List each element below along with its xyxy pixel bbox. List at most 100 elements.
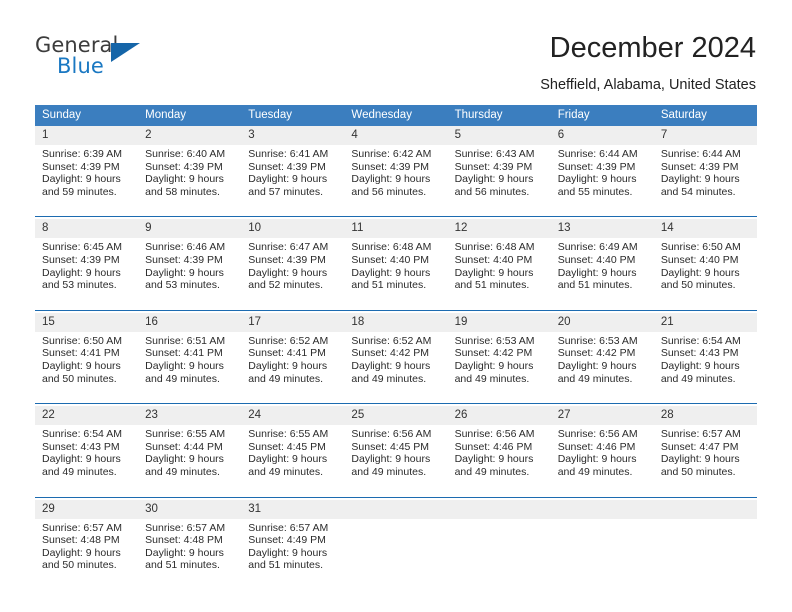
day-sun-info: Sunrise: 6:57 AM Sunset: 4:48 PM Daylight:… <box>35 519 138 572</box>
sunset-text: Sunset: 4:46 PM <box>454 440 533 453</box>
sunset-text: Sunset: 4:43 PM <box>660 347 739 360</box>
daylight-text-line1: Daylight: 9 hours <box>660 173 740 186</box>
calendar-day-cell[interactable]: 30 Sunrise: 6:57 AM Sunset: 4:48 PM Dayligh… <box>138 499 242 572</box>
daylight-text-line1: Daylight: 9 hours <box>145 266 224 279</box>
calendar-day-cell[interactable]: 4 Sunrise: 6:42 AM Sunset: 4:39 PM Daylight… <box>344 126 448 199</box>
calendar-day-cell[interactable]: 31 Sunrise: 6:57 AM Sunset: 4:49 PM Dayligh… <box>241 499 345 572</box>
calendar-day-cell[interactable]: 22 Sunrise: 6:54 AM Sunset: 4:43 PM Dayligh… <box>35 406 139 479</box>
daylight-text-line1: Daylight: 9 hours <box>42 453 121 466</box>
weekday-header-monday: Monday <box>138 105 242 126</box>
calendar-day-cell[interactable]: 24 Sunrise: 6:55 AM Sunset: 4:45 PM Dayligh… <box>241 406 345 479</box>
sunset-text: Sunset: 4:41 PM <box>248 347 326 360</box>
calendar-day-cell[interactable]: 29 Sunrise: 6:57 AM Sunset: 4:48 PM Dayligh… <box>35 499 139 572</box>
daylight-text-line2: and 49 minutes. <box>557 372 633 385</box>
calendar-day-cell[interactable]: 2 Sunrise: 6:40 AM Sunset: 4:39 PM Daylight… <box>138 126 242 199</box>
day-sun-info: Sunrise: 6:56 AM Sunset: 4:45 PM Daylight:… <box>344 425 447 478</box>
calendar-day-cell[interactable]: 14 Sunrise: 6:50 AM Sunset: 4:40 PM Dayligh… <box>653 219 757 292</box>
page-header: General Blue December 2024 Sheffield, Al… <box>0 0 792 100</box>
week-spacer-cell <box>447 291 551 311</box>
sunset-text: Sunset: 4:40 PM <box>351 253 430 266</box>
sunrise-text: Sunrise: 6:44 AM <box>557 148 638 160</box>
day-number: 11 <box>344 219 448 239</box>
daylight-text-line2: and 50 minutes. <box>42 372 117 385</box>
sunset-text: Sunset: 4:45 PM <box>351 440 430 453</box>
calendar-day-cell[interactable]: 1 Sunrise: 6:39 AM Sunset: 4:39 PM Daylight… <box>35 126 139 199</box>
calendar-day-cell[interactable]: 9 Sunrise: 6:46 AM Sunset: 4:39 PM Daylight… <box>138 219 242 292</box>
sunset-text: Sunset: 4:48 PM <box>42 534 120 547</box>
calendar-day-cell[interactable]: 18 Sunrise: 6:52 AM Sunset: 4:42 PM Dayligh… <box>344 312 448 386</box>
sunrise-text: Sunrise: 6:48 AM <box>454 241 535 254</box>
calendar-day-cell[interactable]: 27 Sunrise: 6:56 AM Sunset: 4:46 PM Dayligh… <box>550 406 654 479</box>
daylight-text-line2: and 50 minutes. <box>42 559 117 572</box>
daylight-text-line2: and 53 minutes. <box>42 279 117 292</box>
sunrise-text: Sunrise: 6:52 AM <box>351 334 432 347</box>
calendar-day-cell[interactable]: 12 Sunrise: 6:48 AM Sunset: 4:40 PM Dayligh… <box>447 219 551 292</box>
sunset-text: Sunset: 4:40 PM <box>557 253 636 266</box>
day-sun-info: Sunrise: 6:50 AM Sunset: 4:40 PM Daylight:… <box>654 238 757 291</box>
calendar-day-cell[interactable]: 19 Sunrise: 6:53 AM Sunset: 4:42 PM Dayligh… <box>447 312 551 386</box>
calendar-day-cell[interactable]: 10 Sunrise: 6:47 AM Sunset: 4:39 PM Dayligh… <box>241 219 345 292</box>
week-spacer-cell <box>550 478 654 497</box>
daylight-text-line1: Daylight: 9 hours <box>248 453 328 466</box>
week-spacer-cell <box>35 478 139 497</box>
day-sun-info: Sunrise: 6:56 AM Sunset: 4:46 PM Daylight:… <box>551 425 654 478</box>
day-sun-info <box>654 519 757 535</box>
calendar-day-cell[interactable]: 23 Sunrise: 6:55 AM Sunset: 4:44 PM Dayligh… <box>138 406 242 479</box>
day-sun-info: Sunrise: 6:44 AM Sunset: 4:39 PM Daylight:… <box>551 145 654 198</box>
day-number: 1 <box>35 126 139 145</box>
daylight-text-line1: Daylight: 9 hours <box>248 359 328 372</box>
sunset-text: Sunset: 4:39 PM <box>145 253 223 266</box>
daylight-text-line2: and 49 minutes. <box>454 465 530 478</box>
calendar-body: 1 Sunrise: 6:39 AM Sunset: 4:39 PM Daylight… <box>35 126 757 572</box>
daylight-text-line2: and 49 minutes. <box>660 372 736 385</box>
calendar-day-cell[interactable]: 25 Sunrise: 6:56 AM Sunset: 4:45 PM Dayligh… <box>344 406 448 479</box>
calendar-day-cell[interactable]: 7 Sunrise: 6:44 AM Sunset: 4:39 PM Daylight… <box>653 126 757 199</box>
sunrise-text: Sunrise: 6:53 AM <box>454 334 535 347</box>
calendar-day-cell[interactable]: 8 Sunrise: 6:45 AM Sunset: 4:39 PM Daylight… <box>35 219 139 292</box>
daylight-text-line2: and 59 minutes. <box>42 185 117 198</box>
day-sun-info: Sunrise: 6:57 AM Sunset: 4:48 PM Daylight:… <box>138 519 241 572</box>
day-sun-info: Sunrise: 6:39 AM Sunset: 4:39 PM Daylight:… <box>35 145 138 198</box>
daylight-text-line2: and 49 minutes. <box>145 465 220 478</box>
calendar-day-cell[interactable]: 15 Sunrise: 6:50 AM Sunset: 4:41 PM Dayligh… <box>35 312 139 386</box>
calendar-day-cell[interactable]: 16 Sunrise: 6:51 AM Sunset: 4:41 PM Dayligh… <box>138 312 242 386</box>
daylight-text-line2: and 50 minutes. <box>660 465 736 478</box>
daylight-text-line1: Daylight: 9 hours <box>248 266 328 279</box>
calendar-page: General Blue December 2024 Sheffield, Al… <box>0 0 792 612</box>
calendar-week-row: 8 Sunrise: 6:45 AM Sunset: 4:39 PM Daylight… <box>35 219 757 292</box>
day-sun-info: Sunrise: 6:52 AM Sunset: 4:41 PM Daylight:… <box>241 332 344 385</box>
calendar-day-cell[interactable]: 28 Sunrise: 6:57 AM Sunset: 4:47 PM Dayligh… <box>653 406 757 479</box>
sunset-text: Sunset: 4:48 PM <box>145 534 223 547</box>
calendar-day-cell[interactable]: 20 Sunrise: 6:53 AM Sunset: 4:42 PM Dayligh… <box>550 312 654 386</box>
week-spacer-cell <box>653 385 757 404</box>
page-title: December 2024 <box>549 32 756 64</box>
calendar-day-cell[interactable]: 11 Sunrise: 6:48 AM Sunset: 4:40 PM Dayligh… <box>344 219 448 292</box>
day-number: 28 <box>653 406 757 426</box>
sunset-text: Sunset: 4:42 PM <box>557 347 636 360</box>
sunset-text: Sunset: 4:41 PM <box>42 347 120 360</box>
calendar-day-cell[interactable]: 3 Sunrise: 6:41 AM Sunset: 4:39 PM Daylight… <box>241 126 345 199</box>
daylight-text-line1: Daylight: 9 hours <box>454 266 534 279</box>
day-number <box>550 499 654 519</box>
calendar-day-cell[interactable]: 13 Sunrise: 6:49 AM Sunset: 4:40 PM Dayligh… <box>550 219 654 292</box>
daylight-text-line1: Daylight: 9 hours <box>145 173 224 186</box>
calendar-day-cell[interactable]: 21 Sunrise: 6:54 AM Sunset: 4:43 PM Dayligh… <box>653 312 757 386</box>
day-number: 25 <box>344 406 448 426</box>
sunrise-text: Sunrise: 6:41 AM <box>248 148 329 160</box>
calendar-day-cell[interactable]: 26 Sunrise: 6:56 AM Sunset: 4:46 PM Dayligh… <box>447 406 551 479</box>
daylight-text-line2: and 49 minutes. <box>145 372 220 385</box>
week-spacer-cell <box>344 385 448 404</box>
calendar-day-cell[interactable]: 17 Sunrise: 6:52 AM Sunset: 4:41 PM Dayligh… <box>241 312 345 386</box>
general-blue-logo[interactable]: General Blue <box>35 33 235 85</box>
calendar-day-cell[interactable]: 5 Sunrise: 6:43 AM Sunset: 4:39 PM Daylight… <box>447 126 551 199</box>
week-spacer-cell <box>344 291 448 311</box>
calendar-day-cell[interactable]: 6 Sunrise: 6:44 AM Sunset: 4:39 PM Daylight… <box>550 126 654 199</box>
sunset-text: Sunset: 4:44 PM <box>145 440 223 453</box>
day-sun-info: Sunrise: 6:55 AM Sunset: 4:44 PM Daylight:… <box>138 425 241 478</box>
day-number: 9 <box>138 219 242 239</box>
sunrise-text: Sunrise: 6:50 AM <box>660 241 741 254</box>
day-sun-info: Sunrise: 6:54 AM Sunset: 4:43 PM Daylight:… <box>654 332 757 385</box>
sunrise-text: Sunrise: 6:55 AM <box>145 428 226 441</box>
sunrise-text: Sunrise: 6:44 AM <box>660 148 741 160</box>
week-spacer-cell <box>653 478 757 497</box>
